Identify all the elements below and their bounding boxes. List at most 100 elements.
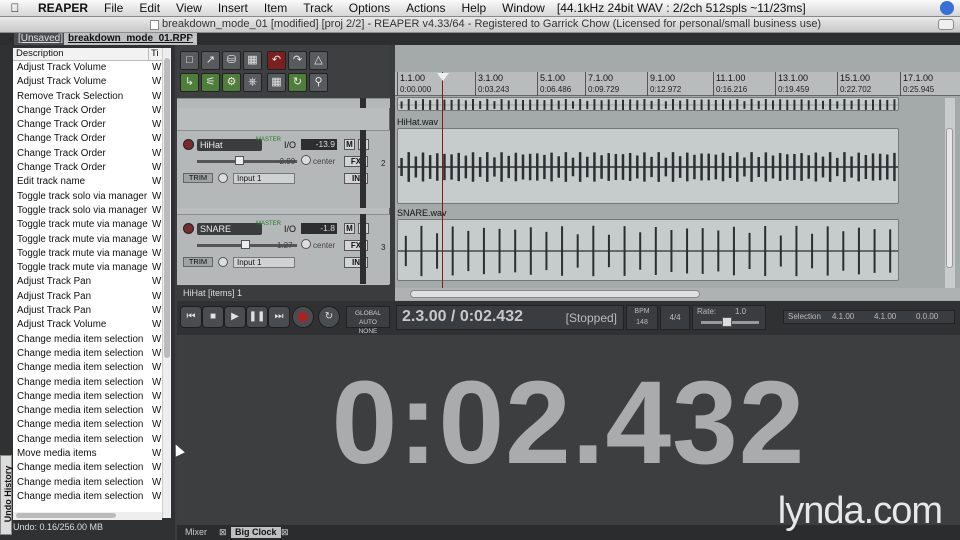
menu-track[interactable]: Track	[295, 1, 341, 15]
play-button[interactable]: ▶	[224, 306, 246, 328]
edit-cursor[interactable]	[442, 72, 443, 298]
lock-icon[interactable]: ⚲	[309, 73, 328, 92]
undo-row[interactable]: Edit track name W	[13, 175, 162, 189]
undo-hscrollbar[interactable]	[13, 512, 162, 520]
menu-insert[interactable]: Insert	[210, 1, 256, 15]
trim-button[interactable]: TRIM	[183, 173, 213, 183]
position-display[interactable]: 2.3.00 / 0:02.432 [Stopped]	[396, 305, 624, 330]
stop-button[interactable]: ■	[202, 306, 224, 328]
project-tab-unsaved[interactable]: [Unsaved]	[14, 33, 68, 45]
undo-row[interactable]: Change Track Order W	[13, 161, 162, 175]
item-grouping-icon[interactable]: ⚙	[222, 73, 241, 92]
global-automation-button[interactable]: GLOBAL AUTO NONE	[346, 306, 390, 335]
pause-button[interactable]: ❚❚	[246, 306, 268, 328]
go-to-end-button[interactable]: ⏭	[268, 306, 290, 328]
new-project-icon[interactable]: □	[180, 51, 199, 70]
track-hihat[interactable]: HiHat MASTER I/O -13.9 M S -2.99 center …	[177, 130, 390, 208]
project-tab-breakdown[interactable]: breakdown_mode_01.RPP	[64, 33, 198, 45]
menu-window[interactable]: Window	[494, 1, 553, 15]
input-select[interactable]: Input 1	[233, 257, 295, 268]
undo-vscrollbar[interactable]	[162, 48, 171, 518]
record-button[interactable]	[292, 306, 314, 328]
close-bigclock-icon[interactable]: ⊠	[277, 527, 293, 538]
arrange-hscrollbar[interactable]	[395, 288, 960, 300]
undo-row[interactable]: Change media item selection W	[13, 433, 162, 447]
undo-row[interactable]: Change media item selection W	[13, 461, 162, 475]
metronome-icon[interactable]: △	[309, 51, 328, 70]
undo-row[interactable]: Toggle track mute via manage W	[13, 218, 162, 232]
mute-button[interactable]: M	[344, 139, 355, 150]
zoom-button[interactable]	[938, 19, 954, 30]
menu-view[interactable]: View	[168, 1, 210, 15]
undo-row[interactable]: Toggle track mute via manage W	[13, 233, 162, 247]
record-arm-button[interactable]	[183, 223, 194, 234]
track-name[interactable]: HiHat	[197, 139, 262, 151]
input-select[interactable]: Input 1	[233, 173, 295, 184]
play-cursor-marker[interactable]	[437, 73, 449, 81]
undo-history-tab[interactable]: Undo History	[0, 455, 13, 535]
menu-actions[interactable]: Actions	[398, 1, 453, 15]
undo-row[interactable]: Change media item selection W	[13, 376, 162, 390]
time-signature[interactable]: 4/4	[660, 305, 690, 330]
selection-display[interactable]: Selection 4.1.00 4.1.00 0.0.00	[783, 310, 955, 324]
undo-row[interactable]: Remove Track Selection W	[13, 90, 162, 104]
volume-fader-knob[interactable]	[235, 156, 244, 165]
io-button[interactable]: I/O	[284, 140, 296, 150]
snap-icon[interactable]: ⎈	[243, 73, 262, 92]
repeat-button[interactable]: ↻	[318, 306, 340, 328]
undo-row[interactable]: Change Track Order W	[13, 132, 162, 146]
close-tab-icon[interactable]: ⊠	[185, 33, 201, 45]
undo-row[interactable]: Change media item selection W	[13, 333, 162, 347]
media-item-hihat[interactable]	[397, 128, 899, 204]
col-time[interactable]: Ti	[149, 48, 159, 60]
menu-help[interactable]: Help	[453, 1, 494, 15]
envelope-points-icon[interactable]: ↳	[180, 73, 199, 92]
pan-knob[interactable]	[301, 239, 311, 249]
menu-options[interactable]: Options	[341, 1, 398, 15]
menu-file[interactable]: File	[96, 1, 131, 15]
track-name[interactable]: SNARE	[197, 223, 262, 235]
record-arm-button[interactable]	[183, 139, 194, 150]
loop-icon[interactable]: ↻	[288, 73, 307, 92]
mute-button[interactable]: M	[344, 223, 355, 234]
undo-row[interactable]: Change media item selection W	[13, 347, 162, 361]
arrange-vscrollbar[interactable]	[945, 98, 955, 288]
rate-slider-knob[interactable]	[722, 317, 732, 327]
volume-fader-knob[interactable]	[241, 240, 250, 249]
phase-icon[interactable]	[218, 257, 228, 267]
undo-row[interactable]: Move media items W	[13, 447, 162, 461]
undo-row[interactable]: Toggle track solo via manager W	[13, 204, 162, 218]
undo-icon[interactable]: ↶	[267, 51, 286, 70]
ripple-edit-icon[interactable]: ⚟	[201, 73, 220, 92]
undo-row[interactable]: Adjust Track Volume W	[13, 75, 162, 89]
bpm-display[interactable]: BPM 148	[626, 305, 658, 330]
track-1-partial[interactable]	[177, 98, 390, 108]
undo-row[interactable]: Change media item selection W	[13, 476, 162, 490]
timeline-ruler[interactable]: 1.1.00 0:00.000 3.1.00 0:03.243 5.1.00 0:06.4…	[395, 72, 960, 96]
redo-icon[interactable]: ↷	[288, 51, 307, 70]
phase-icon[interactable]	[218, 173, 228, 183]
undo-row[interactable]: Change Track Order W	[13, 104, 162, 118]
close-mixer-icon[interactable]: ⊠	[215, 527, 231, 538]
undo-row[interactable]: Adjust Track Pan W	[13, 304, 162, 318]
project-settings-icon[interactable]: ▦	[243, 51, 262, 70]
undo-row[interactable]: Adjust Track Volume W	[13, 61, 162, 75]
app-menu[interactable]: REAPER	[30, 1, 96, 15]
menu-item[interactable]: Item	[256, 1, 295, 15]
undo-row[interactable]: Toggle track mute via manage W	[13, 247, 162, 261]
save-project-icon[interactable]: ⛁	[222, 51, 241, 70]
docker-tab-bigclock[interactable]: Big Clock	[231, 527, 281, 538]
undo-row[interactable]: Change media item selection W	[13, 490, 162, 504]
undo-row[interactable]: Change media item selection W	[13, 418, 162, 432]
track-snare[interactable]: SNARE MASTER I/O -1.8 M S 1.27 center FX…	[177, 214, 390, 284]
undo-row[interactable]: Adjust Track Volume W	[13, 318, 162, 332]
undo-row[interactable]: Adjust Track Pan W	[13, 290, 162, 304]
menu-edit[interactable]: Edit	[131, 1, 168, 15]
undo-row[interactable]: Change media item selection W	[13, 404, 162, 418]
grid-icon[interactable]: ▦	[267, 73, 286, 92]
undo-row[interactable]: Toggle track solo via manager W	[13, 190, 162, 204]
undo-row[interactable]: Toggle track mute via manage W	[13, 261, 162, 275]
undo-row[interactable]: Change Track Order W	[13, 147, 162, 161]
undo-row[interactable]: Change media item selection W	[13, 390, 162, 404]
media-item-snare[interactable]	[397, 219, 899, 281]
